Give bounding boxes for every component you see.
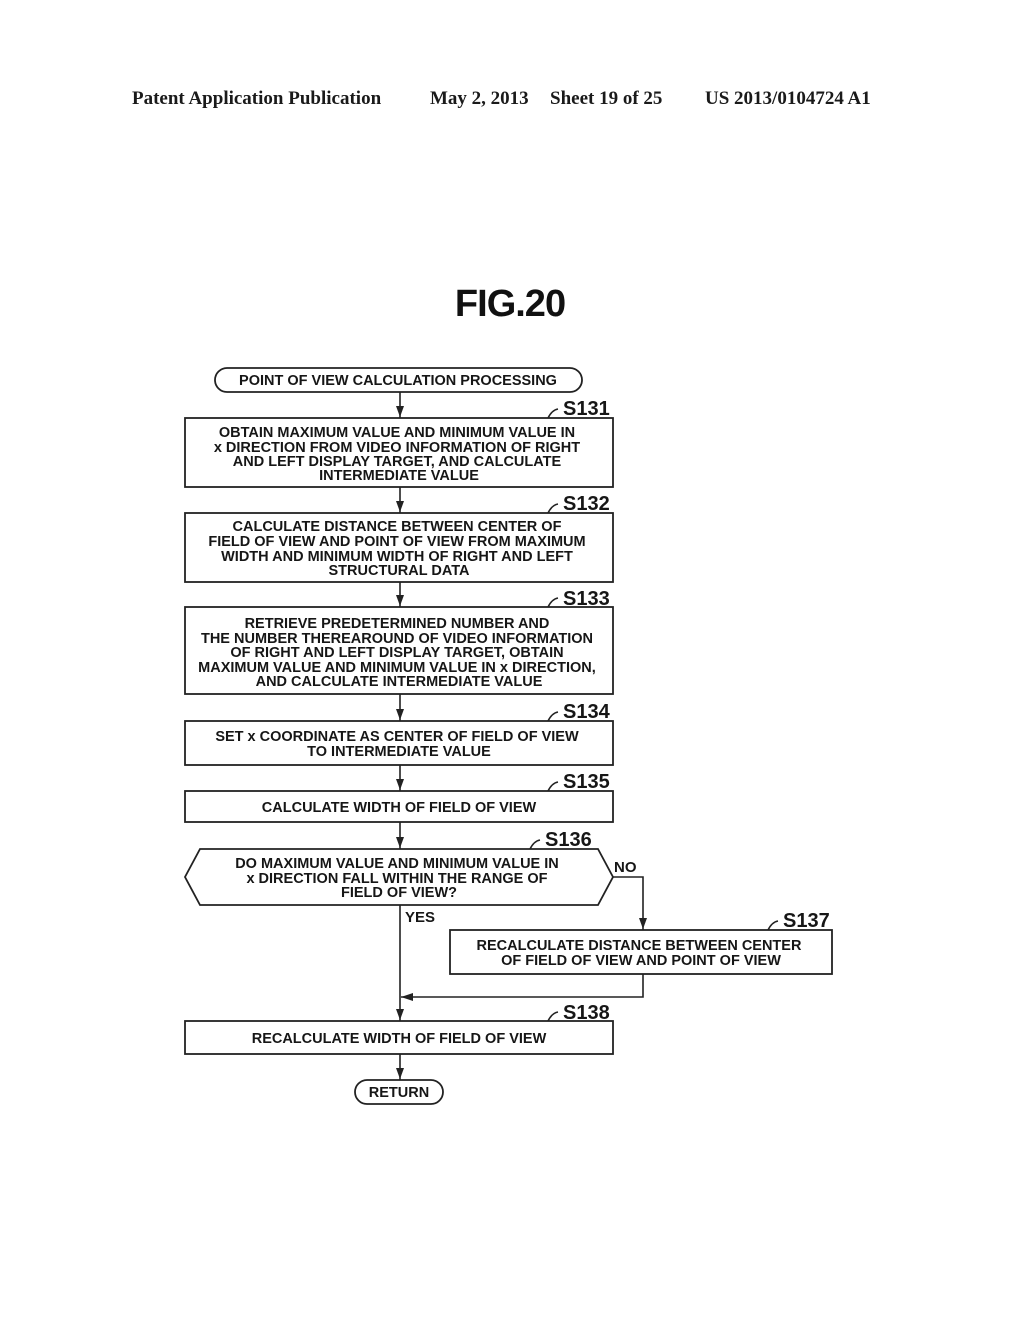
label-leader <box>547 1011 559 1022</box>
step-s135: S135 CALCULATE WIDTH OF FIELD OF VIEW <box>184 771 614 823</box>
step-text: RECALCULATE DISTANCE BETWEEN CENTER OF F… <box>477 938 806 969</box>
connector-no-s137 <box>613 876 644 930</box>
arrow-head <box>396 501 404 512</box>
step-label: S132 <box>563 493 610 515</box>
arrow-head <box>396 1068 404 1079</box>
step-text: CALCULATE WIDTH OF FIELD OF VIEW <box>262 800 537 816</box>
step-label: S138 <box>563 1002 610 1024</box>
step-label: S134 <box>563 701 611 723</box>
step-label: S133 <box>563 588 610 610</box>
branch-no-label: NO <box>614 859 637 876</box>
connector-s137-merge <box>401 974 644 998</box>
label-leader <box>547 503 559 514</box>
label-leader <box>547 711 559 722</box>
label-leader <box>529 839 541 850</box>
step-s133: S133 RETRIEVE PREDETERMINED NUMBER AND T… <box>184 588 614 695</box>
arrow-head <box>401 993 413 1001</box>
step-label: S136 <box>545 829 592 851</box>
label-leader <box>547 408 559 419</box>
flowchart: POINT OF VIEW CALCULATION PROCESSING S13… <box>183 367 833 1105</box>
start-terminator-text: POINT OF VIEW CALCULATION PROCESSING <box>239 373 557 389</box>
label-leader <box>547 781 559 792</box>
arrow-head <box>396 779 404 790</box>
label-leader <box>547 597 559 608</box>
arrow-head <box>396 837 404 848</box>
label-leader <box>767 920 779 931</box>
arrow-head <box>396 1009 404 1020</box>
end-terminator: RETURN <box>354 1079 444 1105</box>
step-label: S135 <box>563 771 610 793</box>
branch-yes-label: YES <box>405 909 435 926</box>
step-text: RETRIEVE PREDETERMINED NUMBER AND THE NU… <box>198 616 600 690</box>
step-label: S131 <box>563 398 610 420</box>
step-label: S137 <box>783 910 830 932</box>
arrow-head <box>396 709 404 720</box>
arrow-head <box>639 918 647 929</box>
arrow-head <box>396 595 404 606</box>
step-s136-decision: S136 DO MAXIMUM VALUE AND MINIMUM VALUE … <box>183 829 637 926</box>
arrow-head <box>396 406 404 417</box>
end-terminator-text: RETURN <box>369 1085 429 1101</box>
start-terminator: POINT OF VIEW CALCULATION PROCESSING <box>214 367 583 393</box>
step-text: RECALCULATE WIDTH OF FIELD OF VIEW <box>252 1031 547 1047</box>
